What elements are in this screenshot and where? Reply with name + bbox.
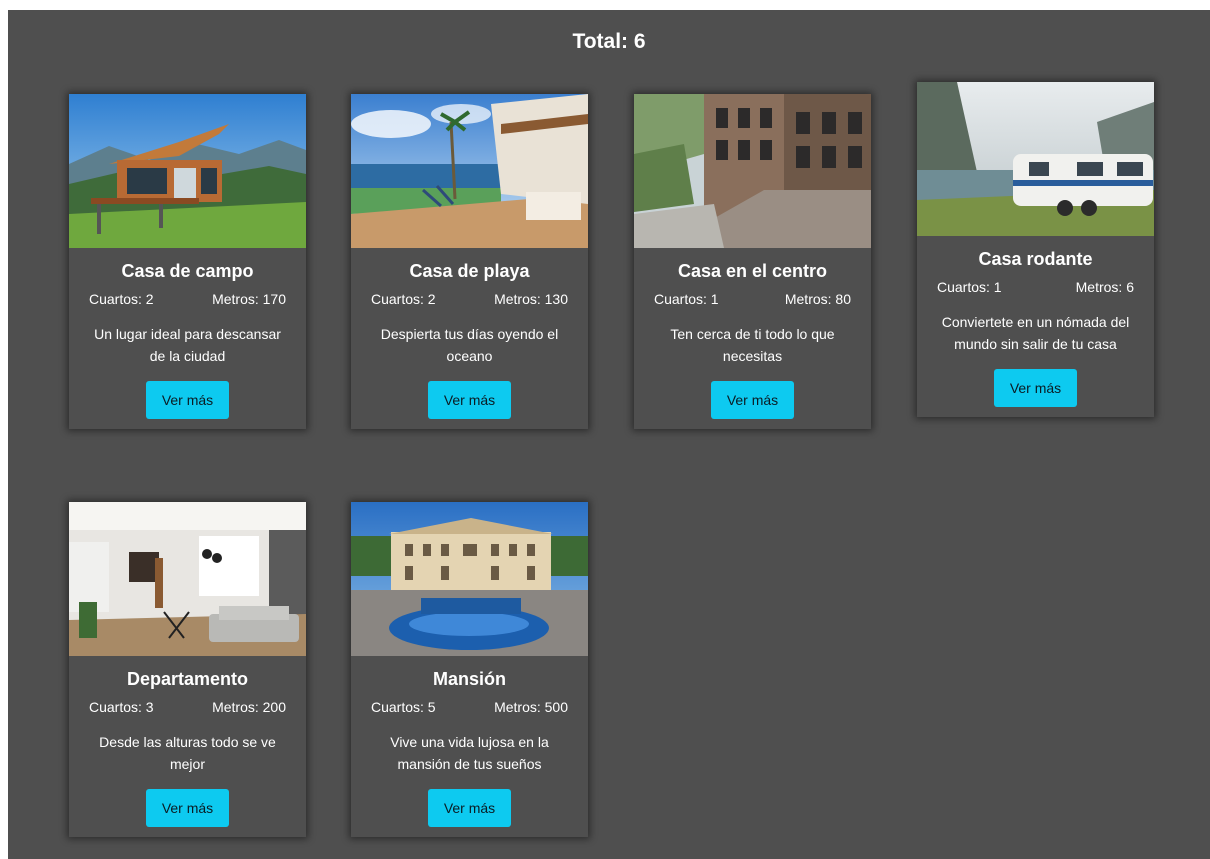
caravan-photo	[917, 82, 1154, 236]
rooms-count: Cuartos: 2	[89, 291, 154, 307]
townhouse-photo	[634, 94, 871, 248]
mansion-photo	[351, 502, 588, 656]
meters-count: Metros: 500	[494, 699, 568, 715]
meters-count: Metros: 80	[784, 291, 851, 307]
ver-mas-button[interactable]: Ver más	[428, 789, 511, 827]
card-title: Casa de playa	[409, 261, 530, 281]
rooms-count: Cuartos: 1	[937, 279, 1002, 295]
card-stats: Cuartos: 2 Metros: 170	[69, 289, 306, 309]
meters-count: Metros: 6	[1075, 279, 1134, 295]
property-card: Mansión Cuartos: 5 Metros: 500 Vive una …	[351, 502, 588, 837]
rooms-count: Cuartos: 3	[89, 699, 154, 715]
card-description: Vive una vida lujosa en la mansión de tu…	[390, 734, 549, 772]
card-stats: Cuartos: 1 Metros: 6	[917, 277, 1154, 297]
card-title: Mansión	[432, 669, 506, 689]
property-card: Casa de campo Cuartos: 2 Metros: 170 Un …	[69, 94, 306, 429]
beach-house-photo	[351, 94, 588, 248]
page-container: Total: 6 Casa de campo Cuartos: 2 Metros…	[8, 10, 1210, 859]
property-card: Casa en el centro Cuartos: 1 Metros: 80 …	[634, 94, 871, 429]
rooms-count: Cuartos: 1	[654, 291, 719, 307]
property-card: Casa rodante Cuartos: 1 Metros: 6 Convie…	[917, 82, 1154, 417]
card-stats: Cuartos: 3 Metros: 200	[69, 697, 306, 717]
ver-mas-button[interactable]: Ver más	[146, 789, 229, 827]
rooms-count: Cuartos: 2	[371, 291, 436, 307]
ver-mas-button[interactable]: Ver más	[146, 381, 229, 419]
card-stats: Cuartos: 1 Metros: 80	[634, 289, 871, 309]
apartment-photo	[69, 502, 306, 656]
total-count: Total: 6	[572, 30, 646, 53]
ver-mas-button[interactable]: Ver más	[711, 381, 794, 419]
card-description: Despierta tus días oyendo el oceano	[380, 326, 559, 364]
rooms-count: Cuartos: 5	[371, 699, 436, 715]
ver-mas-button[interactable]: Ver más	[428, 381, 511, 419]
card-stats: Cuartos: 5 Metros: 500	[351, 697, 588, 717]
meters-count: Metros: 130	[494, 291, 568, 307]
card-title: Casa de campo	[121, 261, 254, 281]
country-house-photo	[69, 94, 306, 248]
card-description: Un lugar ideal para descansar de la ciud…	[94, 326, 281, 364]
card-title: Casa en el centro	[677, 261, 828, 281]
property-card: Casa de playa Cuartos: 2 Metros: 130 Des…	[351, 94, 588, 429]
card-description: Ten cerca de ti todo lo que necesitas	[670, 326, 835, 364]
property-card: Departamento Cuartos: 3 Metros: 200 Desd…	[69, 502, 306, 837]
card-stats: Cuartos: 2 Metros: 130	[351, 289, 588, 309]
card-title: Departamento	[126, 669, 249, 689]
ver-mas-button[interactable]: Ver más	[994, 369, 1077, 407]
card-title: Casa rodante	[978, 249, 1093, 269]
meters-count: Metros: 200	[212, 699, 286, 715]
card-description: Conviertete en un nómada del mundo sin s…	[941, 314, 1130, 352]
card-description: Desde las alturas todo se ve mejor	[99, 734, 276, 772]
meters-count: Metros: 170	[212, 291, 286, 307]
